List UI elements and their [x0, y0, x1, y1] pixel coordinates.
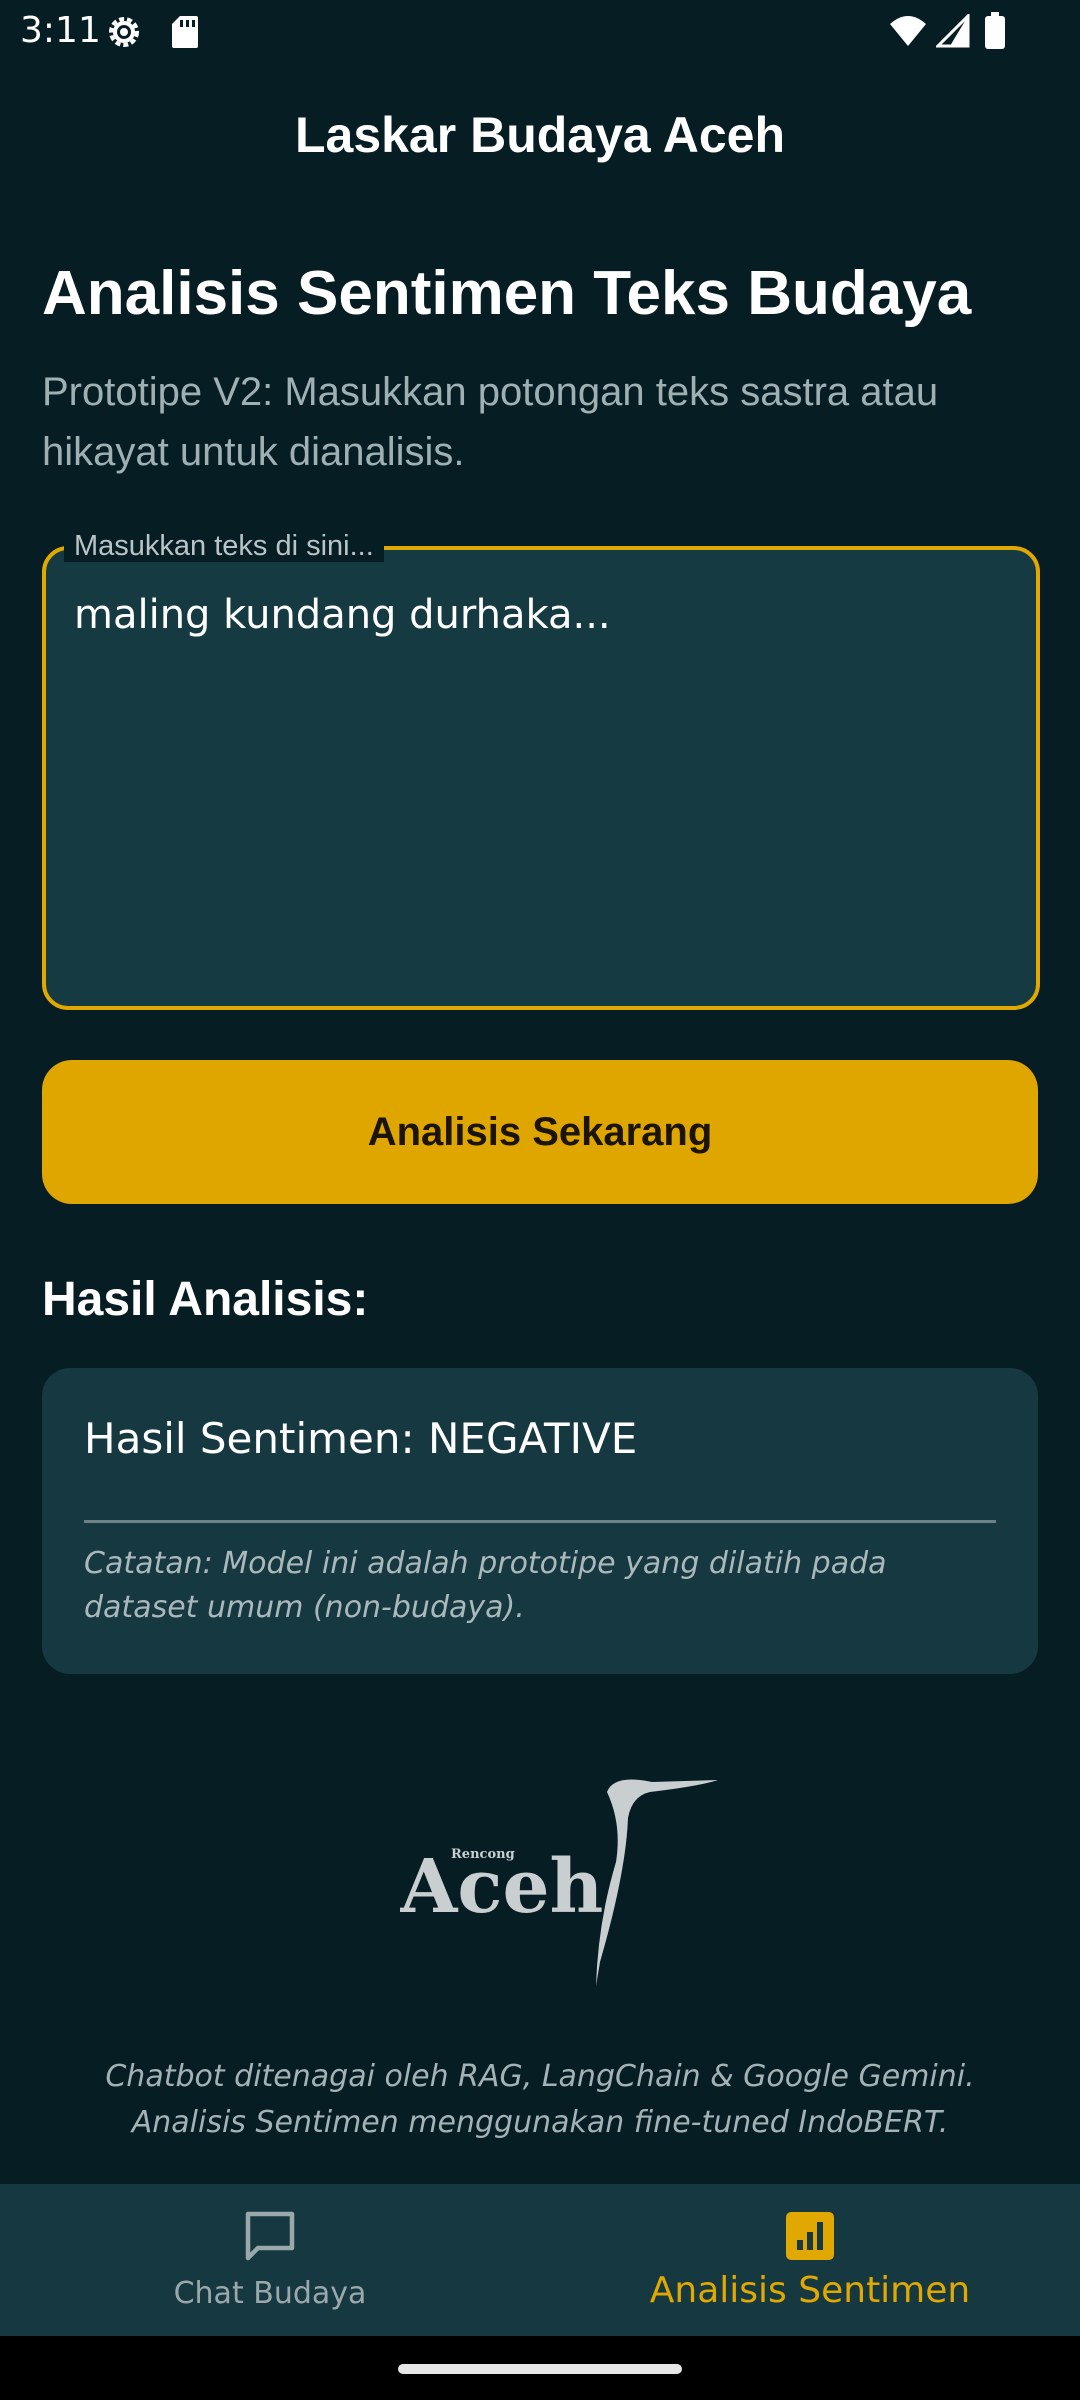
footer-credits: Chatbot ditenagai oleh RAG, LangChain & …: [0, 2054, 1080, 2146]
nav-item-chat-budaya[interactable]: Chat Budaya: [0, 2184, 540, 2336]
nav-item-analisis-sentimen[interactable]: Analisis Sentimen: [540, 2184, 1080, 2336]
wifi-icon: [890, 16, 926, 46]
sd-card-icon: [172, 16, 198, 48]
results-title: Hasil Analisis:: [42, 1273, 369, 1326]
footer-line-1: Chatbot ditenagai oleh RAG, LangChain & …: [105, 2059, 975, 2094]
nav-label-analisis-sentimen: Analisis Sentimen: [649, 2270, 971, 2311]
logo-main-text: Aceh: [400, 1844, 603, 1930]
text-input-label: Masukkan teks di sini...: [64, 530, 384, 562]
status-time: 3:11: [20, 10, 101, 51]
footer-line-2: Analisis Sentimen menggunakan fine-tuned…: [131, 2105, 949, 2140]
gesture-handle[interactable]: [398, 2364, 682, 2374]
text-input-value[interactable]: maling kundang durhaka...: [74, 592, 1014, 638]
analyze-button[interactable]: Analisis Sekarang: [42, 1060, 1038, 1204]
result-divider: [84, 1520, 996, 1523]
result-note: Catatan: Model ini adalah prototipe yang…: [84, 1546, 887, 1625]
bar-chart-icon: [786, 2212, 834, 2260]
page-description: Prototipe V2: Masukkan potongan teks sas…: [42, 370, 939, 474]
analyze-button-label: Analisis Sekarang: [367, 1109, 713, 1154]
page-title: Analisis Sentimen Teks Budaya: [42, 259, 972, 328]
app-title: Laskar Budaya Aceh: [294, 107, 786, 163]
result-sentiment: Hasil Sentimen: NEGATIVE: [84, 1414, 638, 1463]
bottom-navigation: Chat Budaya Analisis Sentimen: [0, 2184, 1080, 2336]
battery-icon: [985, 12, 1005, 49]
gear-icon: [109, 17, 139, 47]
chat-bubble-icon: [245, 2211, 295, 2261]
status-bar: 3:11: [0, 0, 1080, 62]
rencong-aceh-logo: Rencong Aceh: [400, 1779, 718, 1986]
app-screen: 3:11 Laskar Budaya Aceh Analisis Sentime…: [0, 0, 1080, 2400]
signal-icon: [936, 14, 970, 48]
nav-label-chat-budaya: Chat Budaya: [173, 2276, 367, 2311]
